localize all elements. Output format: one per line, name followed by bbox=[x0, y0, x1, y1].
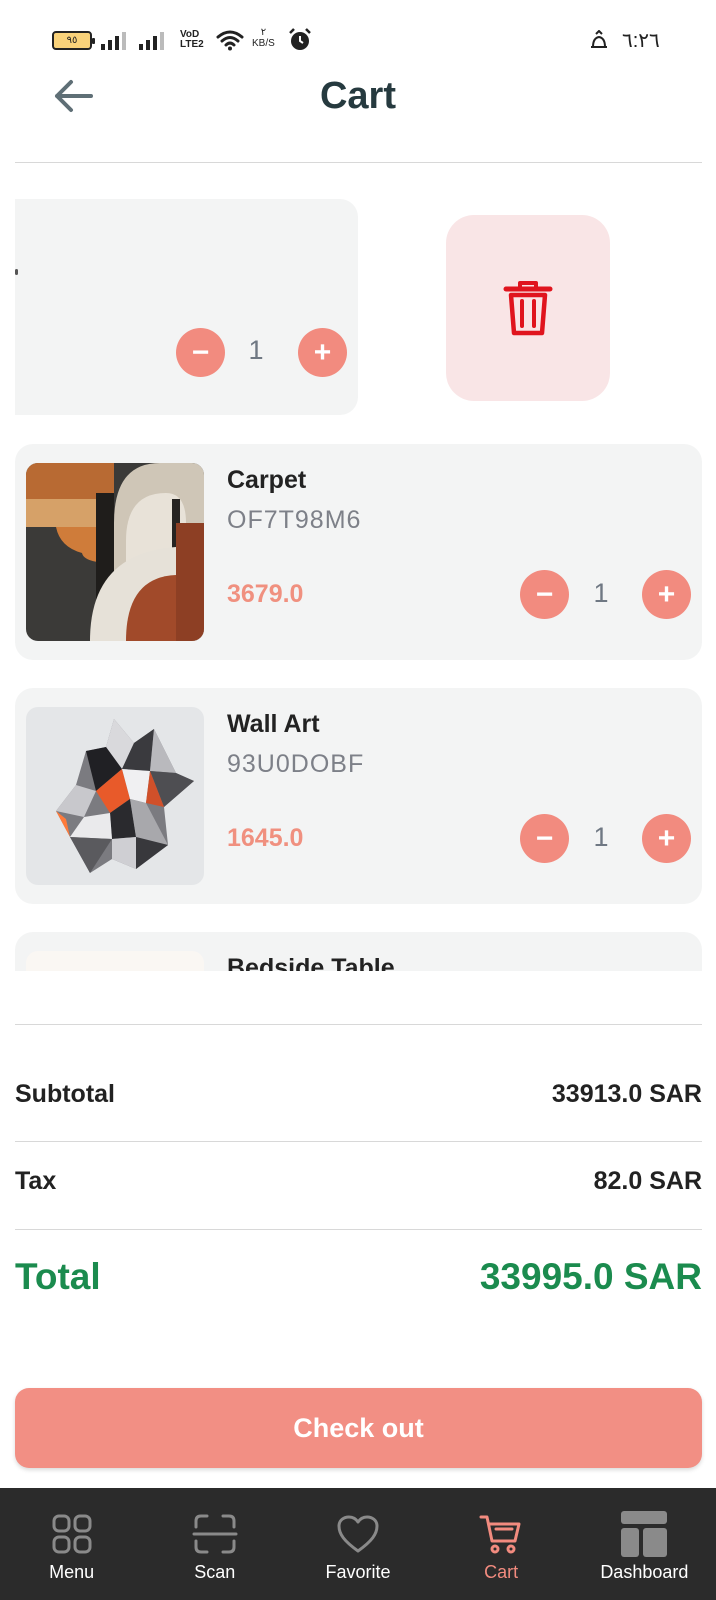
summary-divider bbox=[15, 1024, 702, 1025]
notification-icon bbox=[591, 30, 607, 48]
nav-label: Favorite bbox=[325, 1562, 391, 1582]
product-price: 1645.0 bbox=[227, 824, 304, 852]
product-name: Bedside Table bbox=[227, 954, 395, 971]
grid-icon bbox=[48, 1510, 96, 1558]
product-price: 3679.0 bbox=[227, 580, 304, 608]
nav-label: Menu bbox=[49, 1562, 95, 1582]
wifi-icon bbox=[216, 30, 244, 51]
signal-icon bbox=[101, 32, 126, 50]
nav-item-menu[interactable]: Menu bbox=[0, 1488, 143, 1600]
product-name: Wall Art bbox=[227, 710, 320, 738]
bottom-navigation: Menu Scan Favorite Cart Dashboard bbox=[0, 1488, 716, 1600]
tax-label: Tax bbox=[15, 1167, 57, 1195]
increase-quantity-button[interactable]: + bbox=[642, 814, 691, 863]
delete-item-button[interactable] bbox=[446, 215, 610, 401]
increase-quantity-button[interactable]: + bbox=[642, 570, 691, 619]
cart-item[interactable]: Wall Art 93U0DOBF 1645.0 − 1 + bbox=[15, 688, 702, 904]
product-image-wall-art bbox=[26, 707, 204, 885]
nav-item-cart[interactable]: Cart bbox=[430, 1488, 573, 1600]
signal-icon-2 bbox=[139, 32, 164, 50]
network-speed: ٢ KB/S bbox=[252, 27, 275, 49]
nav-label: Dashboard bbox=[600, 1562, 689, 1582]
decrease-quantity-button[interactable]: − bbox=[176, 328, 225, 377]
product-name: Carpet bbox=[227, 466, 307, 494]
tax-value: 82.0 SAR bbox=[593, 1167, 702, 1195]
nav-label: Cart bbox=[484, 1562, 519, 1582]
total-label: Total bbox=[15, 1256, 101, 1297]
trash-icon bbox=[503, 281, 553, 336]
subtotal-label: Subtotal bbox=[15, 1080, 115, 1108]
nav-label: Scan bbox=[194, 1562, 236, 1582]
increase-quantity-button[interactable]: + bbox=[298, 328, 347, 377]
quantity-value: 1 bbox=[593, 822, 609, 852]
status-bar: ٩٥ VoD LTE2 ٢ KB/S ٦:٢٦ bbox=[0, 0, 716, 70]
subtotal-row: Subtotal 33913.0 SAR bbox=[15, 1080, 702, 1109]
row-divider bbox=[15, 1141, 702, 1142]
partial-text bbox=[15, 269, 18, 275]
cart-list[interactable]: − 1 + Carpet OF7T98M6 3679.0 − 1 + Wall … bbox=[0, 160, 716, 971]
clock: ٦:٢٦ bbox=[622, 30, 660, 52]
product-image-bedside-table bbox=[26, 951, 204, 971]
tax-row: Tax 82.0 SAR bbox=[15, 1167, 702, 1196]
cart-item[interactable]: Bedside Table bbox=[15, 932, 702, 971]
dashboard-icon bbox=[620, 1510, 668, 1558]
alarm-icon bbox=[289, 28, 311, 50]
row-divider bbox=[15, 1229, 702, 1230]
product-code: 93U0DOBF bbox=[227, 750, 365, 778]
subtotal-value: 33913.0 SAR bbox=[551, 1080, 702, 1108]
nav-item-favorite[interactable]: Favorite bbox=[286, 1488, 429, 1600]
quantity-value: 1 bbox=[593, 578, 609, 608]
decrease-quantity-button[interactable]: − bbox=[520, 814, 569, 863]
volte-indicator: VoD LTE2 bbox=[180, 29, 204, 50]
decrease-quantity-button[interactable]: − bbox=[520, 570, 569, 619]
nav-item-scan[interactable]: Scan bbox=[143, 1488, 286, 1600]
cart-item-swiped[interactable]: − 1 + bbox=[15, 199, 358, 415]
battery-icon: ٩٥ bbox=[52, 31, 95, 50]
page-title: Cart bbox=[319, 75, 397, 117]
cart-icon bbox=[477, 1510, 525, 1558]
scan-icon bbox=[191, 1510, 239, 1558]
quantity-value: 1 bbox=[248, 335, 264, 365]
product-code: OF7T98M6 bbox=[227, 506, 362, 534]
total-value: 33995.0 SAR bbox=[479, 1256, 702, 1297]
cart-item[interactable]: Carpet OF7T98M6 3679.0 − 1 + bbox=[15, 444, 702, 660]
total-row: Total 33995.0 SAR bbox=[15, 1256, 702, 1298]
heart-icon bbox=[334, 1510, 382, 1558]
checkout-button[interactable]: Check out bbox=[15, 1388, 702, 1468]
product-image-carpet bbox=[26, 463, 204, 641]
nav-item-dashboard[interactable]: Dashboard bbox=[573, 1488, 716, 1600]
